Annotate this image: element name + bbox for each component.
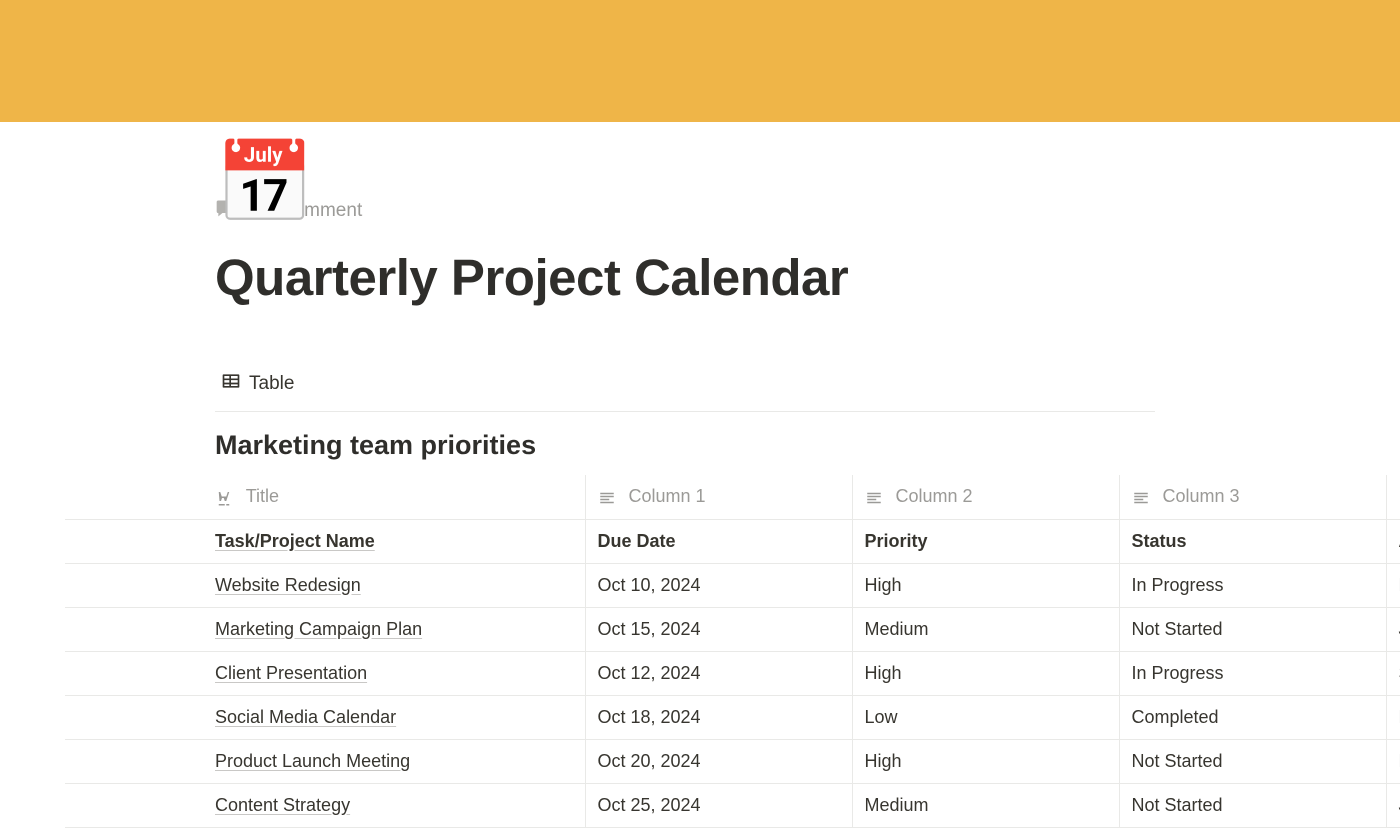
row-cell-1[interactable]: Oct 18, 2024	[585, 695, 852, 739]
row-cell-3[interactable]: Not Started	[1119, 607, 1386, 651]
table-row[interactable]: Marketing Campaign PlanOct 15, 2024Mediu…	[65, 607, 1400, 651]
column-header-title[interactable]: Title	[65, 475, 585, 519]
tab-table[interactable]: Table	[215, 367, 300, 401]
table-row[interactable]: Website RedesignOct 10, 2024HighIn Progr…	[65, 563, 1400, 607]
text-property-icon	[598, 489, 616, 507]
row-cell-1[interactable]: Oct 12, 2024	[585, 651, 852, 695]
row-cell-1[interactable]: Oct 20, 2024	[585, 739, 852, 783]
column-header-2[interactable]: Column 2	[852, 475, 1119, 519]
view-tabs: Table	[215, 367, 1155, 412]
row-cell-2[interactable]: Medium	[852, 607, 1119, 651]
row-cell-3[interactable]: Not Started	[1119, 739, 1386, 783]
row-cell-2[interactable]: Low	[852, 695, 1119, 739]
row-cell-4[interactable]: John	[1386, 783, 1400, 827]
database-table: Title Column 1 Column 2	[65, 475, 1400, 828]
row-cell-1[interactable]: Oct 10, 2024	[585, 563, 852, 607]
row-cell-4[interactable]: Assigned To	[1386, 519, 1400, 563]
table-row[interactable]: Content StrategyOct 25, 2024MediumNot St…	[65, 783, 1400, 827]
column-header-row: Title Column 1 Column 2	[65, 475, 1400, 519]
column-header-3[interactable]: Column 3	[1119, 475, 1386, 519]
row-cell-4[interactable]: John	[1386, 607, 1400, 651]
row-title-cell[interactable]: Content Strategy	[65, 783, 585, 827]
row-cell-2[interactable]: High	[852, 563, 1119, 607]
database-title[interactable]: Marketing team priorities	[215, 430, 1400, 461]
text-property-icon	[1132, 489, 1150, 507]
row-cell-3[interactable]: In Progress	[1119, 563, 1386, 607]
tab-table-label: Table	[249, 373, 294, 395]
row-cell-4[interactable]: Emily	[1386, 739, 1400, 783]
row-cell-4[interactable]: Emily	[1386, 563, 1400, 607]
row-cell-1[interactable]: Due Date	[585, 519, 852, 563]
page-icon[interactable]: 📅	[215, 143, 315, 223]
table-row[interactable]: Task/Project NameDue DatePriorityStatusA…	[65, 519, 1400, 563]
row-title-cell[interactable]: Client Presentation	[65, 651, 585, 695]
page-title[interactable]: Quarterly Project Calendar	[215, 248, 1400, 307]
row-title-cell[interactable]: Product Launch Meeting	[65, 739, 585, 783]
title-property-icon	[215, 489, 233, 507]
row-cell-2[interactable]: Priority	[852, 519, 1119, 563]
column-header-4[interactable]: Column 4	[1386, 475, 1400, 519]
table-row[interactable]: Client PresentationOct 12, 2024HighIn Pr…	[65, 651, 1400, 695]
row-cell-3[interactable]: Status	[1119, 519, 1386, 563]
row-title-cell[interactable]: Task/Project Name	[65, 519, 585, 563]
page-banner	[0, 0, 1400, 122]
row-cell-3[interactable]: In Progress	[1119, 651, 1386, 695]
row-cell-2[interactable]: Medium	[852, 783, 1119, 827]
row-cell-3[interactable]: Not Started	[1119, 783, 1386, 827]
table-row[interactable]: Product Launch MeetingOct 20, 2024HighNo…	[65, 739, 1400, 783]
table-icon	[221, 371, 241, 397]
column-header-1[interactable]: Column 1	[585, 475, 852, 519]
row-cell-1[interactable]: Oct 25, 2024	[585, 783, 852, 827]
row-title-cell[interactable]: Social Media Calendar	[65, 695, 585, 739]
add-comment-button[interactable]: Add comment	[215, 198, 1400, 224]
text-property-icon	[865, 489, 883, 507]
row-cell-3[interactable]: Completed	[1119, 695, 1386, 739]
row-cell-4[interactable]: Mark	[1386, 695, 1400, 739]
row-title-cell[interactable]: Website Redesign	[65, 563, 585, 607]
row-cell-4[interactable]: Sarah	[1386, 651, 1400, 695]
row-cell-2[interactable]: High	[852, 651, 1119, 695]
table-row[interactable]: Social Media CalendarOct 18, 2024LowComp…	[65, 695, 1400, 739]
row-cell-2[interactable]: High	[852, 739, 1119, 783]
row-cell-1[interactable]: Oct 15, 2024	[585, 607, 852, 651]
row-title-cell[interactable]: Marketing Campaign Plan	[65, 607, 585, 651]
